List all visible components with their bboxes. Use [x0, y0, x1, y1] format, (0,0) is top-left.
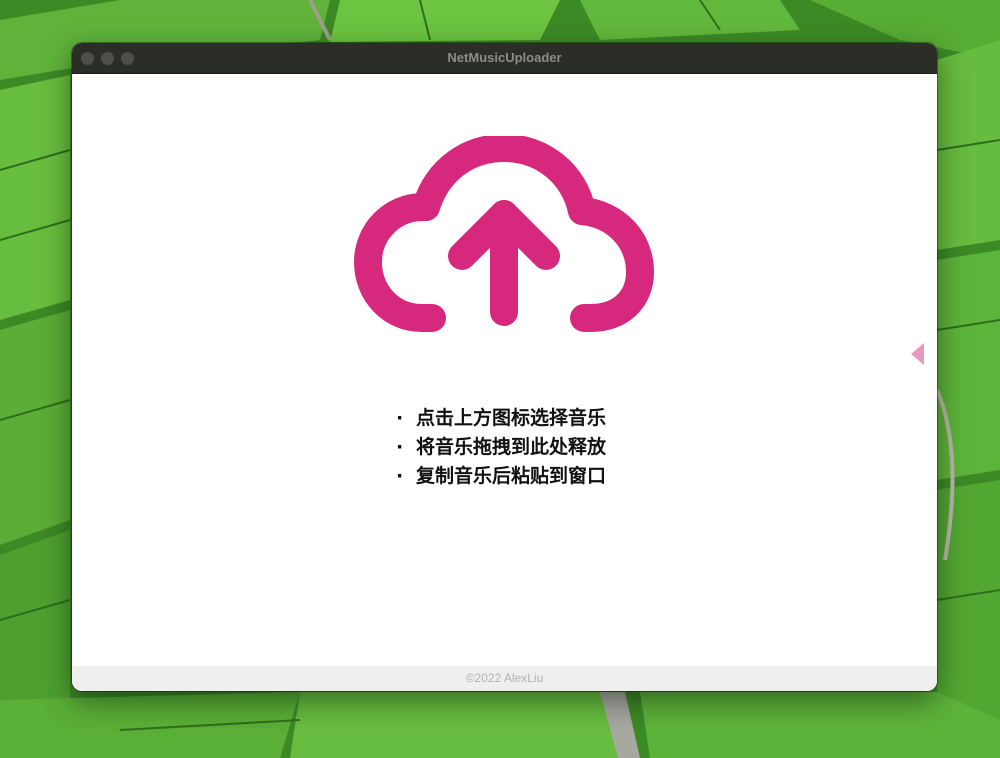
bullet: · — [396, 465, 404, 487]
instruction-item: · 复制音乐后粘贴到窗口 — [392, 462, 606, 491]
drop-zone[interactable]: · 点击上方图标选择音乐 · 将音乐拖拽到此处释放 · 复制音乐后粘贴到窗口 — [72, 74, 937, 666]
bullet: · — [396, 407, 404, 429]
triangle-left-icon[interactable] — [907, 342, 927, 366]
instruction-item: · 点击上方图标选择音乐 — [392, 404, 606, 433]
title-bar: NetMusicUploader — [72, 43, 937, 74]
instruction-text: 将音乐拖拽到此处释放 — [416, 436, 607, 458]
window-title: NetMusicUploader — [447, 50, 562, 65]
app-window: NetMusicUploader · 点击上方图标选择音乐 · 将音乐拖拽到此处释放… — [72, 43, 937, 691]
bullet: · — [396, 436, 404, 458]
cloud-upload-icon[interactable] — [352, 136, 657, 336]
instruction-text: 复制音乐后粘贴到窗口 — [416, 465, 607, 487]
instructions-list: · 点击上方图标选择音乐 · 将音乐拖拽到此处释放 · 复制音乐后粘贴到窗口 — [392, 404, 606, 491]
footer-copyright: ©2022 AlexLiu — [72, 666, 937, 691]
instruction-item: · 将音乐拖拽到此处释放 — [392, 433, 606, 462]
instruction-text: 点击上方图标选择音乐 — [416, 407, 607, 429]
